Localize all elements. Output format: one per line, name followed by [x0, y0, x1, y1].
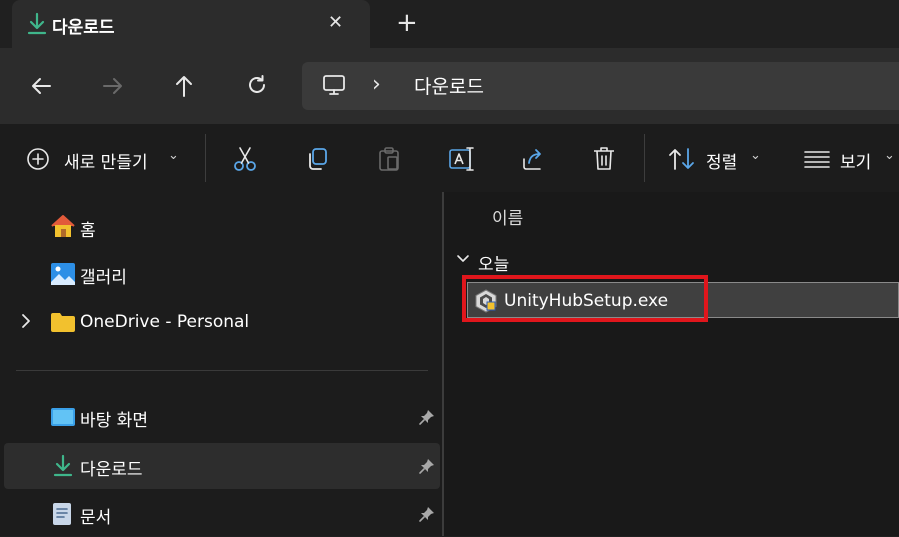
sidebar-item-label: 바탕 화면 — [80, 411, 148, 431]
expand-chevron-icon[interactable] — [20, 312, 32, 330]
copy-icon[interactable] — [304, 146, 330, 172]
paste-icon[interactable] — [376, 146, 402, 172]
pin-icon[interactable] — [418, 505, 436, 523]
highlight-box — [462, 275, 708, 322]
back-icon[interactable] — [30, 75, 52, 97]
new-icon[interactable] — [26, 147, 50, 171]
sidebar-item-label: 갤러리 — [80, 268, 127, 288]
sidebar-item-label: 다운로드 — [80, 460, 143, 480]
close-tab-icon[interactable]: ✕ — [328, 12, 343, 33]
sort-icon[interactable] — [668, 147, 696, 171]
sidebar-divider — [16, 370, 428, 371]
view-button[interactable]: 보기 — [840, 148, 871, 173]
group-header-today[interactable]: 오늘 — [478, 250, 509, 275]
home-icon — [50, 214, 76, 238]
download-icon — [52, 454, 74, 478]
sidebar-item-label: 문서 — [80, 508, 112, 528]
sidebar-item-label: 홈 — [80, 221, 96, 241]
toolbar-divider — [205, 134, 206, 182]
document-icon — [52, 502, 72, 526]
new-tab-icon[interactable]: + — [396, 8, 418, 38]
breadcrumb-chevron-icon[interactable]: › — [372, 72, 381, 97]
pin-icon[interactable] — [418, 457, 436, 475]
tab-title: 다운로드 — [52, 18, 115, 38]
sort-chevron-down-icon[interactable]: ⌄ — [750, 148, 761, 163]
delete-icon[interactable] — [592, 146, 616, 172]
share-icon[interactable] — [520, 146, 546, 172]
cut-icon[interactable] — [232, 146, 258, 172]
view-icon[interactable] — [804, 150, 830, 168]
view-chevron-down-icon[interactable]: ⌄ — [884, 148, 895, 163]
folder-icon — [50, 312, 76, 332]
toolbar-divider — [644, 134, 645, 182]
desktop-icon — [50, 407, 76, 427]
breadcrumb-downloads[interactable]: 다운로드 — [414, 72, 484, 99]
new-chevron-down-icon[interactable]: ⌄ — [168, 148, 179, 163]
forward-icon[interactable] — [102, 75, 124, 97]
sidebar-item-label: OneDrive - Personal — [80, 312, 250, 332]
refresh-icon[interactable] — [246, 74, 268, 96]
rename-icon[interactable] — [448, 146, 476, 172]
column-header-name[interactable]: 이름 — [492, 204, 523, 229]
collapse-group-chevron-icon[interactable] — [456, 252, 470, 266]
gallery-icon — [50, 262, 76, 286]
pin-icon[interactable] — [418, 408, 436, 426]
this-pc-icon[interactable] — [322, 73, 346, 97]
address-bar[interactable] — [302, 62, 899, 110]
up-icon[interactable] — [173, 74, 195, 98]
sort-button[interactable]: 정렬 — [706, 148, 737, 173]
new-button[interactable]: 새로 만들기 — [64, 148, 148, 173]
file-list — [444, 192, 899, 536]
download-icon — [26, 12, 48, 36]
